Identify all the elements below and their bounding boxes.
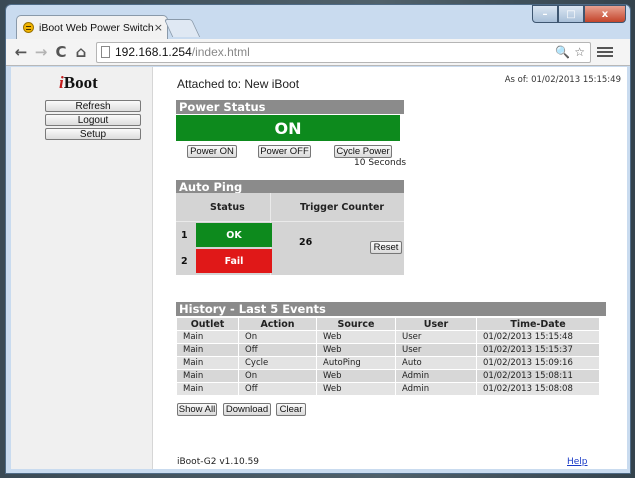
refresh-button[interactable]: Refresh	[45, 100, 141, 112]
page-icon	[101, 46, 110, 58]
download-button[interactable]: Download	[223, 403, 271, 416]
history-table: Outlet Action Source User Time-Date Main…	[176, 317, 600, 396]
power-off-button[interactable]: Power OFF	[258, 145, 311, 158]
power-state-indicator: ON	[176, 115, 400, 141]
time-cell: 01/02/2013 15:08:11	[476, 369, 600, 383]
reload-icon[interactable]: C	[52, 43, 70, 61]
outlet-cell: Main	[176, 343, 239, 357]
sidebar: iBoot Refresh Logout Setup	[11, 67, 153, 469]
tab-close-icon[interactable]: ×	[154, 21, 163, 34]
table-row: Main On Web User 01/02/2013 15:15:48	[176, 330, 600, 344]
title-bar: iBoot Web Power Switch × – □ x	[6, 5, 630, 39]
time-cell: 01/02/2013 15:08:08	[476, 382, 600, 396]
iboot-logo: iBoot	[59, 73, 98, 92]
window-controls: – □ x	[532, 5, 626, 23]
show-all-button[interactable]: Show All	[177, 403, 217, 416]
url-text: 192.168.1.254/index.html	[115, 45, 250, 59]
user-cell: User	[395, 343, 477, 357]
history-header-row: Outlet Action Source User Time-Date	[176, 317, 600, 331]
source-cell: Web	[316, 330, 396, 344]
browser-window: iBoot Web Power Switch × – □ x ← → C ⌂ 1…	[5, 4, 631, 474]
as-of-timestamp: As of: 01/02/2013 15:15:49	[504, 75, 621, 85]
action-cell: Cycle	[238, 356, 317, 370]
browser-menu-icon[interactable]	[597, 44, 613, 60]
ping-row-number: 1	[181, 230, 188, 241]
user-cell: Auto	[395, 356, 477, 370]
cycle-duration: 10 Seconds	[354, 158, 407, 168]
source-cell: Web	[316, 369, 396, 383]
new-tab-button[interactable]	[163, 19, 201, 37]
outlet-cell: Main	[176, 330, 239, 344]
table-row: Main Off Web User 01/02/2013 15:15:37	[176, 343, 600, 357]
trigger-count: 26	[299, 237, 313, 248]
table-row: Main Off Web Admin 01/02/2013 15:08:08	[176, 382, 600, 396]
column-header: Time-Date	[476, 317, 600, 331]
ping-status-ok: OK	[196, 223, 272, 247]
page-content: iBoot Refresh Logout Setup Attached to: …	[11, 67, 627, 469]
action-cell: On	[238, 369, 317, 383]
power-on-button[interactable]: Power ON	[187, 145, 237, 158]
tab-title: iBoot Web Power Switch	[39, 21, 154, 34]
home-icon[interactable]: ⌂	[72, 43, 90, 61]
time-cell: 01/02/2013 15:15:48	[476, 330, 600, 344]
source-cell: Web	[316, 382, 396, 396]
zoom-icon[interactable]: 🔍	[555, 45, 570, 59]
reset-counter-button[interactable]: Reset	[370, 241, 402, 254]
power-status-header: Power Status	[176, 100, 404, 114]
ping-status-column-header: Status	[210, 202, 245, 213]
action-cell: On	[238, 330, 317, 344]
user-cell: Admin	[395, 382, 477, 396]
ping-row-number: 2	[181, 256, 188, 267]
outlet-cell: Main	[176, 356, 239, 370]
help-link[interactable]: Help	[567, 457, 588, 467]
source-cell: AutoPing	[316, 356, 396, 370]
column-header: Action	[238, 317, 317, 331]
auto-ping-panel: Status Trigger Counter 1 OK 2 Fail 26 Re…	[176, 193, 404, 275]
browser-tab[interactable]: iBoot Web Power Switch ×	[16, 15, 168, 39]
cycle-power-button[interactable]: Cycle Power	[334, 145, 392, 158]
outlet-cell: Main	[176, 382, 239, 396]
history-header: History - Last 5 Events	[176, 302, 606, 316]
user-cell: User	[395, 330, 477, 344]
action-cell: Off	[238, 343, 317, 357]
setup-button[interactable]: Setup	[45, 128, 141, 140]
address-bar[interactable]: 192.168.1.254/index.html 🔍 ☆	[96, 41, 591, 63]
clear-history-button[interactable]: Clear	[276, 403, 306, 416]
column-header: User	[395, 317, 477, 331]
table-row: Main On Web Admin 01/02/2013 15:08:11	[176, 369, 600, 383]
table-row: Main Cycle AutoPing Auto 01/02/2013 15:0…	[176, 356, 600, 370]
source-cell: Web	[316, 343, 396, 357]
logout-button[interactable]: Logout	[45, 114, 141, 126]
browser-toolbar: ← → C ⌂ 192.168.1.254/index.html 🔍 ☆	[6, 39, 630, 66]
close-window-button[interactable]: x	[584, 5, 626, 23]
bookmark-star-icon[interactable]: ☆	[574, 45, 585, 59]
iboot-favicon-icon	[23, 22, 34, 33]
user-cell: Admin	[395, 369, 477, 383]
trigger-counter-column-header: Trigger Counter	[300, 202, 385, 213]
time-cell: 01/02/2013 15:15:37	[476, 343, 600, 357]
action-cell: Off	[238, 382, 317, 396]
attached-device-label: Attached to: New iBoot	[177, 77, 300, 91]
forward-arrow-icon[interactable]: →	[32, 43, 50, 61]
ping-status-fail: Fail	[196, 249, 272, 273]
time-cell: 01/02/2013 15:09:16	[476, 356, 600, 370]
outlet-cell: Main	[176, 369, 239, 383]
firmware-version: iBoot-G2 v1.10.59	[177, 457, 260, 467]
column-header: Source	[316, 317, 396, 331]
minimize-button[interactable]: –	[532, 5, 558, 23]
maximize-button[interactable]: □	[558, 5, 584, 23]
column-header: Outlet	[176, 317, 239, 331]
auto-ping-header: Auto Ping	[176, 180, 404, 194]
back-arrow-icon[interactable]: ←	[12, 43, 30, 61]
